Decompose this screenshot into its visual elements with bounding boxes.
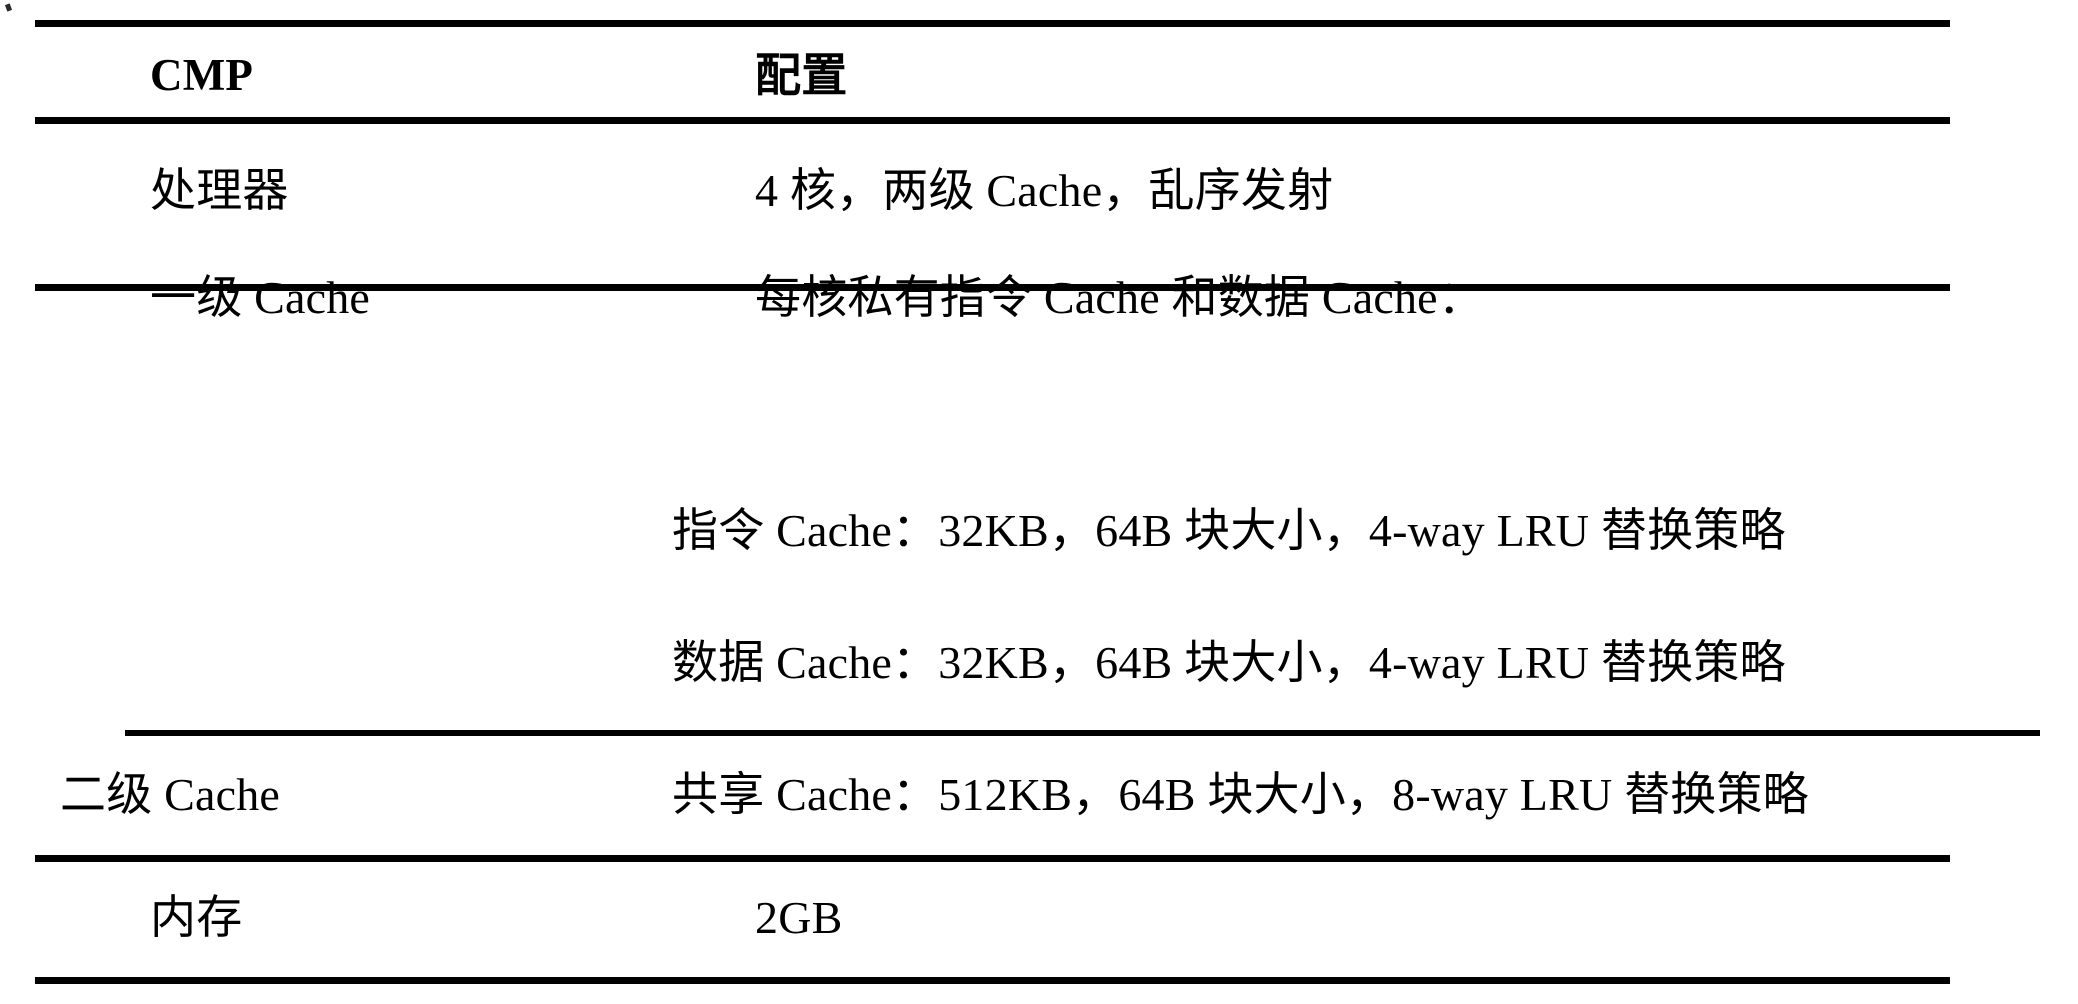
row-value-processor-line-1: 4 核，两级 Cache，乱序发射: [755, 165, 1334, 216]
row-value-l2-cache-line-1: 共享 Cache：512KB，64B 块大小，8-way LRU 替换策略: [672, 769, 1809, 820]
configuration-table: CMP 配置 处理器 4 核，两级 Cache，乱序发射 一级 Cache 每核…: [0, 0, 2078, 1004]
column-header-cmp: CMP: [150, 50, 254, 100]
scan-artifact-speck: [4, 3, 13, 12]
row-value-l1-cache-line-1: 每核私有指令 Cache 和数据 Cache：: [755, 272, 1484, 323]
header-bottom-rule: [35, 117, 1950, 124]
row-label-l2-cache: 二级 Cache: [60, 769, 281, 820]
row-label-processor: 处理器: [150, 165, 289, 216]
row-label-memory: 内存: [150, 892, 243, 943]
row-label-l1-cache: 一级 Cache: [150, 272, 371, 323]
column-header-config: 配置: [755, 50, 848, 101]
row-value-l1-cache-line-2: 指令 Cache：32KB，64B 块大小，4-way LRU 替换策略: [672, 505, 1786, 556]
row-rule-after-l2-cache: [35, 855, 1950, 862]
table-top-rule: [35, 20, 1950, 27]
row-value-l1-cache-line-3: 数据 Cache：32KB，64B 块大小，4-way LRU 替换策略: [672, 637, 1786, 688]
table-bottom-rule: [35, 977, 1950, 984]
row-value-memory-line-1: 2GB: [755, 892, 843, 943]
row-rule-after-l1-cache: [125, 730, 2040, 736]
